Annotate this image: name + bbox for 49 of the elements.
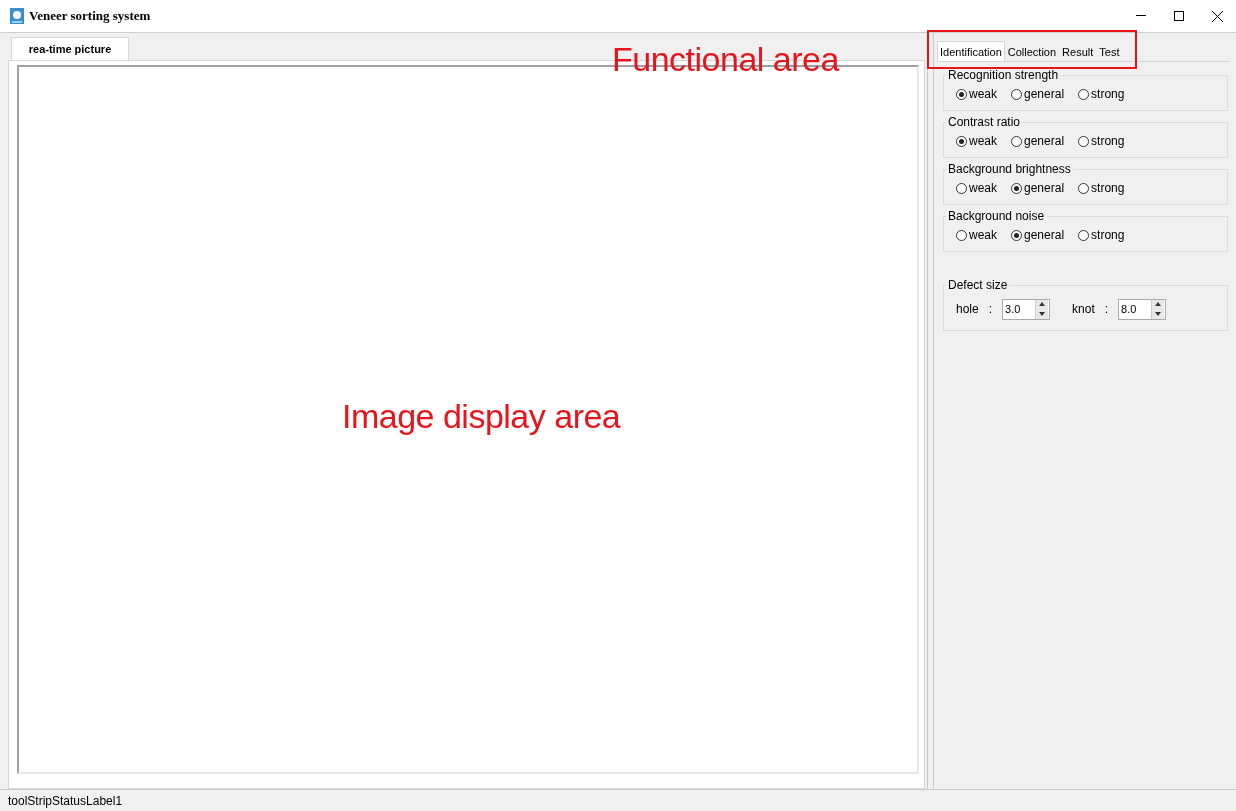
app-icon xyxy=(10,8,24,24)
radio-option[interactable]: weak xyxy=(956,181,997,195)
radio-button[interactable] xyxy=(1011,229,1022,241)
colon-separator: : xyxy=(1104,302,1109,316)
spin-up-icon[interactable] xyxy=(1036,299,1049,309)
radio-option[interactable]: general xyxy=(1011,87,1065,101)
radio-button[interactable] xyxy=(1011,135,1022,147)
radio-button[interactable] xyxy=(1078,135,1090,147)
radio-option[interactable]: strong xyxy=(1078,134,1125,148)
field-label: hole xyxy=(956,302,979,316)
image-tab[interactable]: rea-time picture xyxy=(11,37,129,60)
radio-button[interactable] xyxy=(956,229,967,241)
field-label: knot xyxy=(1072,302,1095,316)
radio-option[interactable]: general xyxy=(1011,181,1065,195)
maximize-icon[interactable] xyxy=(1174,11,1184,21)
window-title: Veneer sorting system xyxy=(29,8,152,24)
group-title: Recognition strength xyxy=(947,68,1060,82)
radio-button[interactable] xyxy=(956,88,967,100)
radio-button[interactable] xyxy=(1078,88,1090,100)
radio-button[interactable] xyxy=(956,182,967,194)
spin-down-icon[interactable] xyxy=(1036,309,1049,319)
spin-down-icon[interactable] xyxy=(1152,309,1165,319)
radio-option[interactable]: strong xyxy=(1078,181,1125,195)
spin-up-icon[interactable] xyxy=(1152,299,1165,309)
number-spinbox[interactable]: 8.0 xyxy=(1118,298,1167,320)
radio-button[interactable] xyxy=(1078,229,1090,241)
radio-option[interactable]: general xyxy=(1011,228,1065,242)
group-title: Background brightness xyxy=(947,162,1072,176)
radio-option[interactable]: strong xyxy=(1078,87,1125,101)
radio-option[interactable]: general xyxy=(1011,134,1065,148)
radio-option[interactable]: weak xyxy=(956,87,997,101)
radio-button[interactable] xyxy=(1078,182,1090,194)
colon-separator: : xyxy=(988,302,993,316)
radio-option[interactable]: weak xyxy=(956,228,997,242)
annotation-label: Image display area xyxy=(342,397,621,436)
radio-button[interactable] xyxy=(1011,88,1022,100)
radio-option[interactable]: weak xyxy=(956,134,997,148)
annotation-label: Functional area xyxy=(612,40,839,79)
radio-button[interactable] xyxy=(956,135,967,147)
status-label: toolStripStatusLabel1 xyxy=(8,793,123,808)
radio-button[interactable] xyxy=(1011,182,1022,194)
group-title: Contrast ratio xyxy=(947,115,1022,129)
number-spinbox[interactable]: 3.0 xyxy=(1002,298,1051,320)
function-tab[interactable]: Identification xyxy=(937,41,1005,61)
radio-option[interactable]: strong xyxy=(1078,228,1125,242)
group-title: Background noise xyxy=(947,209,1046,223)
minimize-icon[interactable] xyxy=(1136,15,1146,17)
group-title: Defect size xyxy=(947,278,1009,292)
close-icon[interactable] xyxy=(1211,10,1223,22)
